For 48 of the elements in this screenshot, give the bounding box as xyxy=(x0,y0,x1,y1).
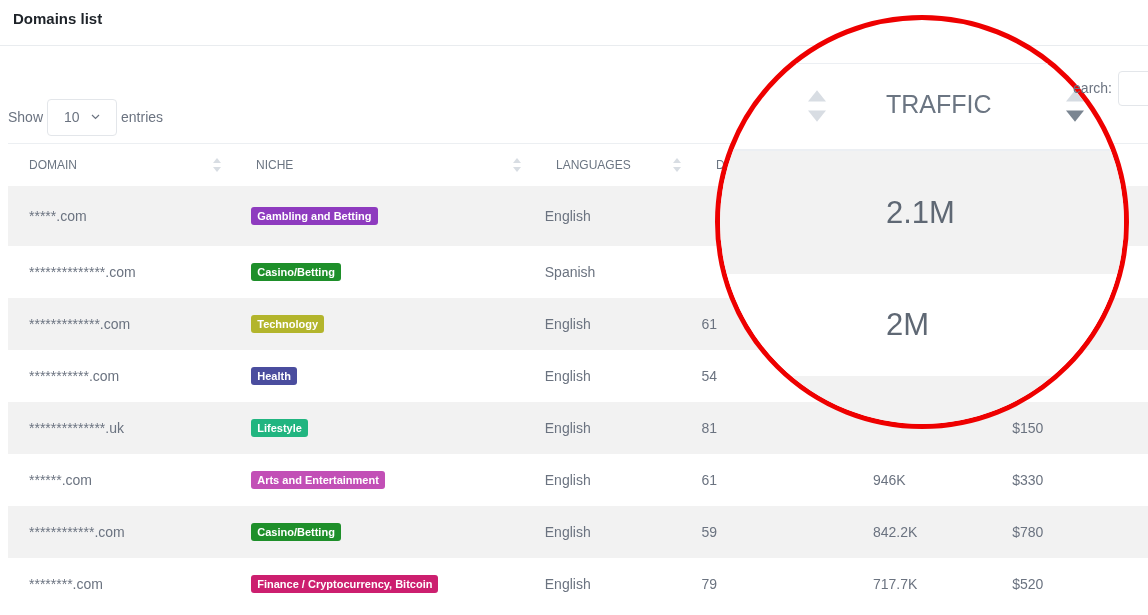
show-label: Show xyxy=(8,109,44,125)
table-cell: English xyxy=(544,524,591,540)
table-cell: ******.com xyxy=(29,472,93,488)
table-cell: 81 xyxy=(701,420,718,436)
table-cell: English xyxy=(544,472,591,488)
entries-select[interactable]: 10 xyxy=(47,98,118,136)
table-cell: ************.com xyxy=(29,524,125,540)
table-cell: 842.2K xyxy=(873,524,918,540)
table-cell: $330 xyxy=(1012,472,1044,488)
column-header[interactable]: LANGUAGES xyxy=(556,158,631,172)
table-cell: 61 xyxy=(701,316,718,332)
chevron-down-icon xyxy=(91,114,101,120)
table-cell: 54 xyxy=(701,368,718,384)
table-cell: $150 xyxy=(1012,420,1044,436)
table-cell: 79 xyxy=(701,576,718,592)
niche-tag: Technology xyxy=(251,315,325,333)
column-header: TRAFFIC xyxy=(886,90,992,119)
table-cell: $780 xyxy=(1012,524,1044,540)
table-cell: 946K xyxy=(873,472,906,488)
page-title: Domains list xyxy=(13,10,103,27)
table-cell: English xyxy=(544,576,591,592)
table-cell: English xyxy=(544,208,591,224)
table-cell: *****.com xyxy=(29,208,87,224)
entries-label: entries xyxy=(121,109,164,125)
table-cell: English xyxy=(544,316,591,332)
table-cell: $520 xyxy=(1012,576,1044,592)
table-cell: **************.com xyxy=(29,264,136,280)
niche-tag: Arts and Entertainment xyxy=(251,471,385,489)
niche-tag: Finance / Cryptocurrency, Bitcoin xyxy=(251,575,439,593)
table-cell: 61 xyxy=(701,472,718,488)
column-header[interactable]: DOMAIN xyxy=(29,158,77,172)
table-cell: **************.uk xyxy=(29,420,124,436)
niche-tag: Health xyxy=(251,367,297,385)
table-cell: English xyxy=(544,420,591,436)
table-cell: 59 xyxy=(701,524,718,540)
table-cell: 717.7K xyxy=(873,576,918,592)
table-cell: ********.com xyxy=(29,576,103,592)
table-cell: 2.1M xyxy=(886,194,955,231)
niche-tag: Gambling and Betting xyxy=(251,207,378,225)
table-cell: ***********.com xyxy=(29,368,120,384)
table-cell: *************.com xyxy=(29,316,131,332)
table-cell: English xyxy=(544,368,591,384)
table-cell: 2M xyxy=(886,307,930,343)
niche-tag: Casino/Betting xyxy=(251,523,341,541)
niche-tag: Lifestyle xyxy=(251,419,308,437)
column-header[interactable]: NICHE xyxy=(256,158,294,172)
table-cell: Spanish xyxy=(544,264,596,280)
niche-tag: Casino/Betting xyxy=(251,263,341,281)
